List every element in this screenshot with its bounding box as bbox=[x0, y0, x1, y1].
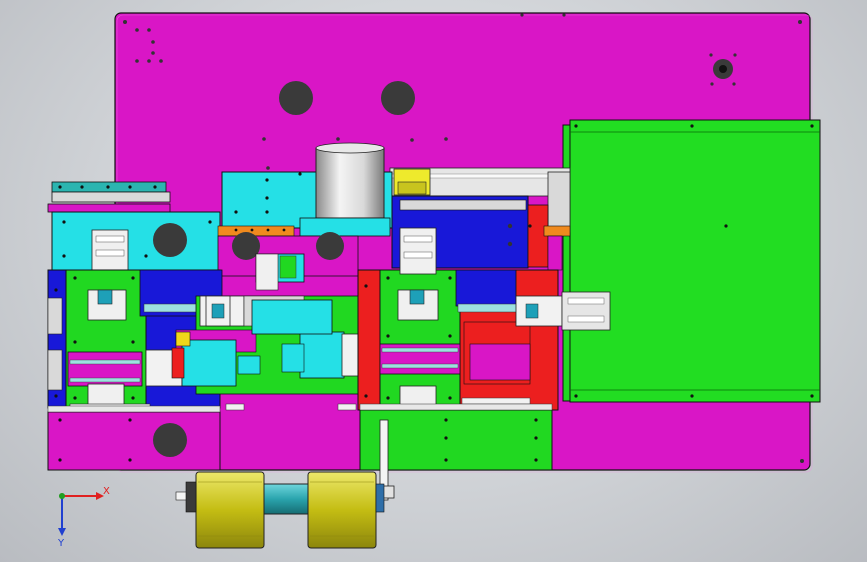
center-pink-plate bbox=[217, 232, 359, 283]
left-cyan-block bbox=[51, 211, 221, 273]
right-slide-rail bbox=[515, 291, 611, 331]
cad-viewport[interactable]: X Y bbox=[0, 0, 867, 562]
z-axis-dot bbox=[59, 493, 65, 499]
y-axis-arrow-icon bbox=[58, 528, 66, 536]
motor-assembly bbox=[185, 471, 385, 549]
left-top-rail bbox=[47, 181, 171, 213]
left-lower-pink-block bbox=[47, 405, 221, 471]
large-hole-left bbox=[279, 81, 313, 115]
y-axis-label: Y bbox=[57, 538, 65, 549]
x-axis-label: X bbox=[103, 486, 110, 497]
axis-triad: X Y bbox=[57, 486, 110, 549]
center-linkage bbox=[171, 295, 387, 411]
control-box-green bbox=[562, 119, 821, 403]
large-hole-right bbox=[381, 81, 415, 115]
cad-assembly-drawing: X Y bbox=[47, 12, 821, 549]
right-lower-green-block bbox=[359, 403, 553, 471]
